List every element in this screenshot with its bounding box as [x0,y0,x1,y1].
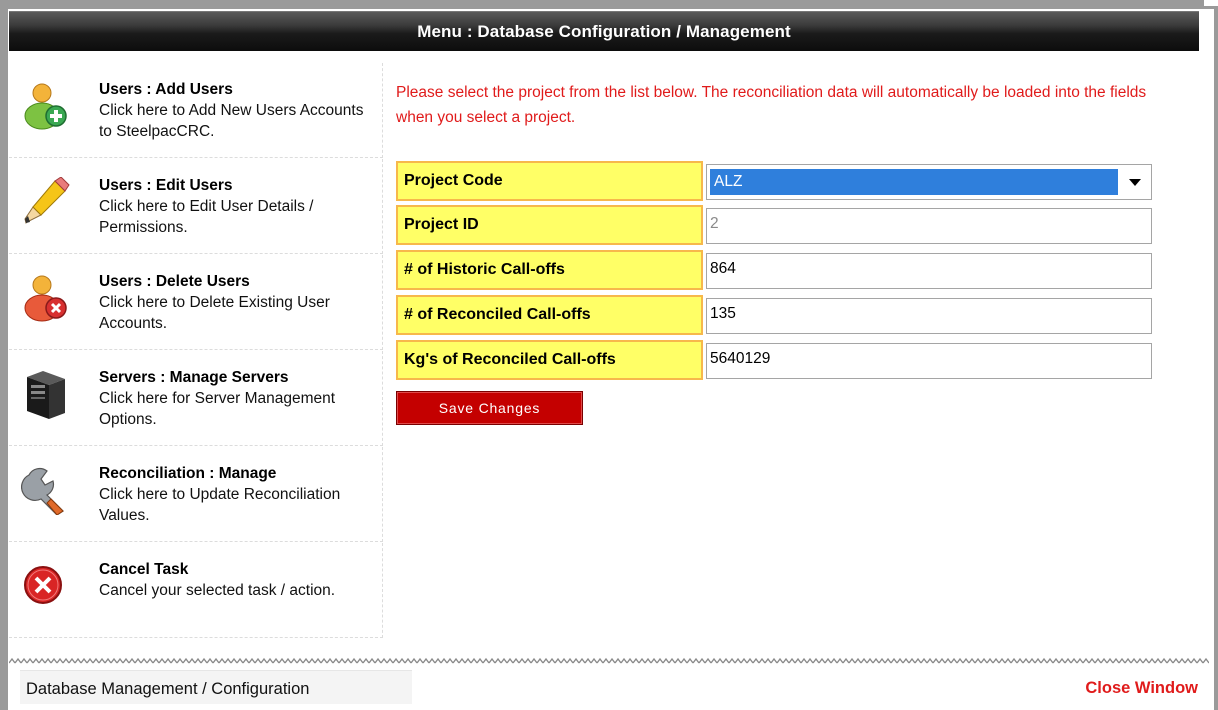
menu-item-description: Click here to Delete Existing User Accou… [99,294,330,332]
menu-item-title: Users : Edit Users [99,177,233,194]
form-row-kg-reconciled-calloffs: Kg's of Reconciled Call-offs 5640129 [396,340,1156,380]
menu-item-description: Click here to Add New Users Accounts to … [99,102,364,140]
menu-item-cancel-task[interactable]: Cancel Task Cancel your selected task / … [9,543,383,638]
menu-item-description: Cancel your selected task / action. [99,582,336,599]
project-code-select[interactable]: ALZ [706,164,1152,200]
form-row-project-id: Project ID 2 [396,205,1156,245]
save-changes-button[interactable]: Save Changes [396,391,583,425]
reconciled-calloffs-field[interactable]: 135 [706,298,1152,334]
menu-item-add-users[interactable]: Users : Add Users Click here to Add New … [9,63,383,158]
server-icon [21,369,71,419]
menu-item-title: Cancel Task [99,561,189,578]
cancel-icon [21,561,71,611]
menu-item-title: Users : Delete Users [99,273,250,290]
window-title: Menu : Database Configuration / Manageme… [417,21,791,41]
kg-reconciled-calloffs-field[interactable]: 5640129 [706,343,1152,379]
project-id-field: 2 [706,208,1152,244]
menu-item-manage-reconciliation[interactable]: Reconciliation : Manage Click here to Up… [9,447,383,542]
menu-item-title: Reconciliation : Manage [99,465,277,482]
project-code-selected-value: ALZ [710,169,1118,195]
pencil-icon [21,176,71,227]
form-row-reconciled-calloffs: # of Reconciled Call-offs 135 [396,295,1156,335]
instructions-text: Please select the project from the list … [396,84,1147,126]
window-frame-top [0,0,1218,9]
menu-item-delete-users[interactable]: Users : Delete Users Click here to Delet… [9,255,383,350]
historic-calloffs-field[interactable]: 864 [706,253,1152,289]
delete-user-icon [21,273,71,323]
footer-divider [9,657,1209,665]
project-id-label: Project ID [396,205,703,245]
project-code-label: Project Code [396,161,703,201]
menu-item-description: Click here to Edit User Details / Permis… [99,198,314,236]
close-window-link[interactable]: Close Window [1085,672,1198,704]
window-frame-right [1214,0,1218,710]
menu-item-title: Users : Add Users [99,81,233,98]
window-frame-notch [1204,0,1218,6]
menu-item-edit-users[interactable]: Users : Edit Users Click here to Edit Us… [9,159,383,254]
menu-item-description: Click here for Server Management Options… [99,390,336,428]
menu-item-manage-servers[interactable]: Servers : Manage Servers Click here for … [9,351,383,446]
footer-status-text: Database Management / Configuration [20,670,412,704]
kg-reconciled-calloffs-label: Kg's of Reconciled Call-offs [396,340,703,380]
wrench-icon [20,465,71,516]
form-row-project-code: Project Code ALZ [396,161,1156,201]
task-menu: Users : Add Users Click here to Add New … [9,63,383,647]
menu-item-title: Servers : Manage Servers [99,369,289,386]
menu-item-description: Click here to Update Reconciliation Valu… [99,486,341,524]
title-bar: Menu : Database Configuration / Manageme… [9,11,1199,51]
reconciled-calloffs-label: # of Reconciled Call-offs [396,295,703,335]
chevron-down-icon [1127,175,1143,189]
form-row-historic-calloffs: # of Historic Call-offs 864 [396,250,1156,290]
historic-calloffs-label: # of Historic Call-offs [396,250,703,290]
window-frame-left [0,0,8,710]
add-user-icon [21,81,71,131]
